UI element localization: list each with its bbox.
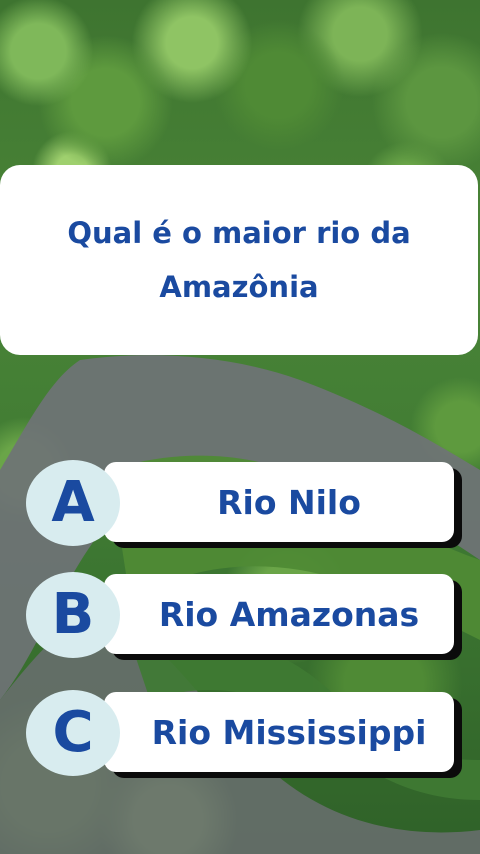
letter-badge: A — [26, 460, 120, 546]
answer-option-b[interactable]: Rio Amazonas B — [26, 572, 466, 662]
letter-label: C — [52, 700, 94, 765]
answer-text: Rio Amazonas — [158, 594, 420, 634]
question-card: Qual é o maior rio da Amazônia — [0, 165, 478, 355]
letter-label: A — [51, 470, 95, 535]
answer-box[interactable]: Rio Mississippi — [104, 692, 454, 772]
letter-badge: C — [26, 690, 120, 776]
letter-badge: B — [26, 572, 120, 658]
answer-text: Rio Mississippi — [151, 712, 427, 752]
answer-text: Rio Nilo — [217, 482, 361, 522]
answer-box[interactable]: Rio Amazonas — [104, 574, 454, 654]
letter-label: B — [51, 582, 95, 647]
question-text: Qual é o maior rio da Amazônia — [67, 216, 411, 304]
answer-option-a[interactable]: Rio Nilo A — [26, 460, 466, 550]
answer-option-c[interactable]: Rio Mississippi C — [26, 690, 466, 780]
answer-box[interactable]: Rio Nilo — [104, 462, 454, 542]
